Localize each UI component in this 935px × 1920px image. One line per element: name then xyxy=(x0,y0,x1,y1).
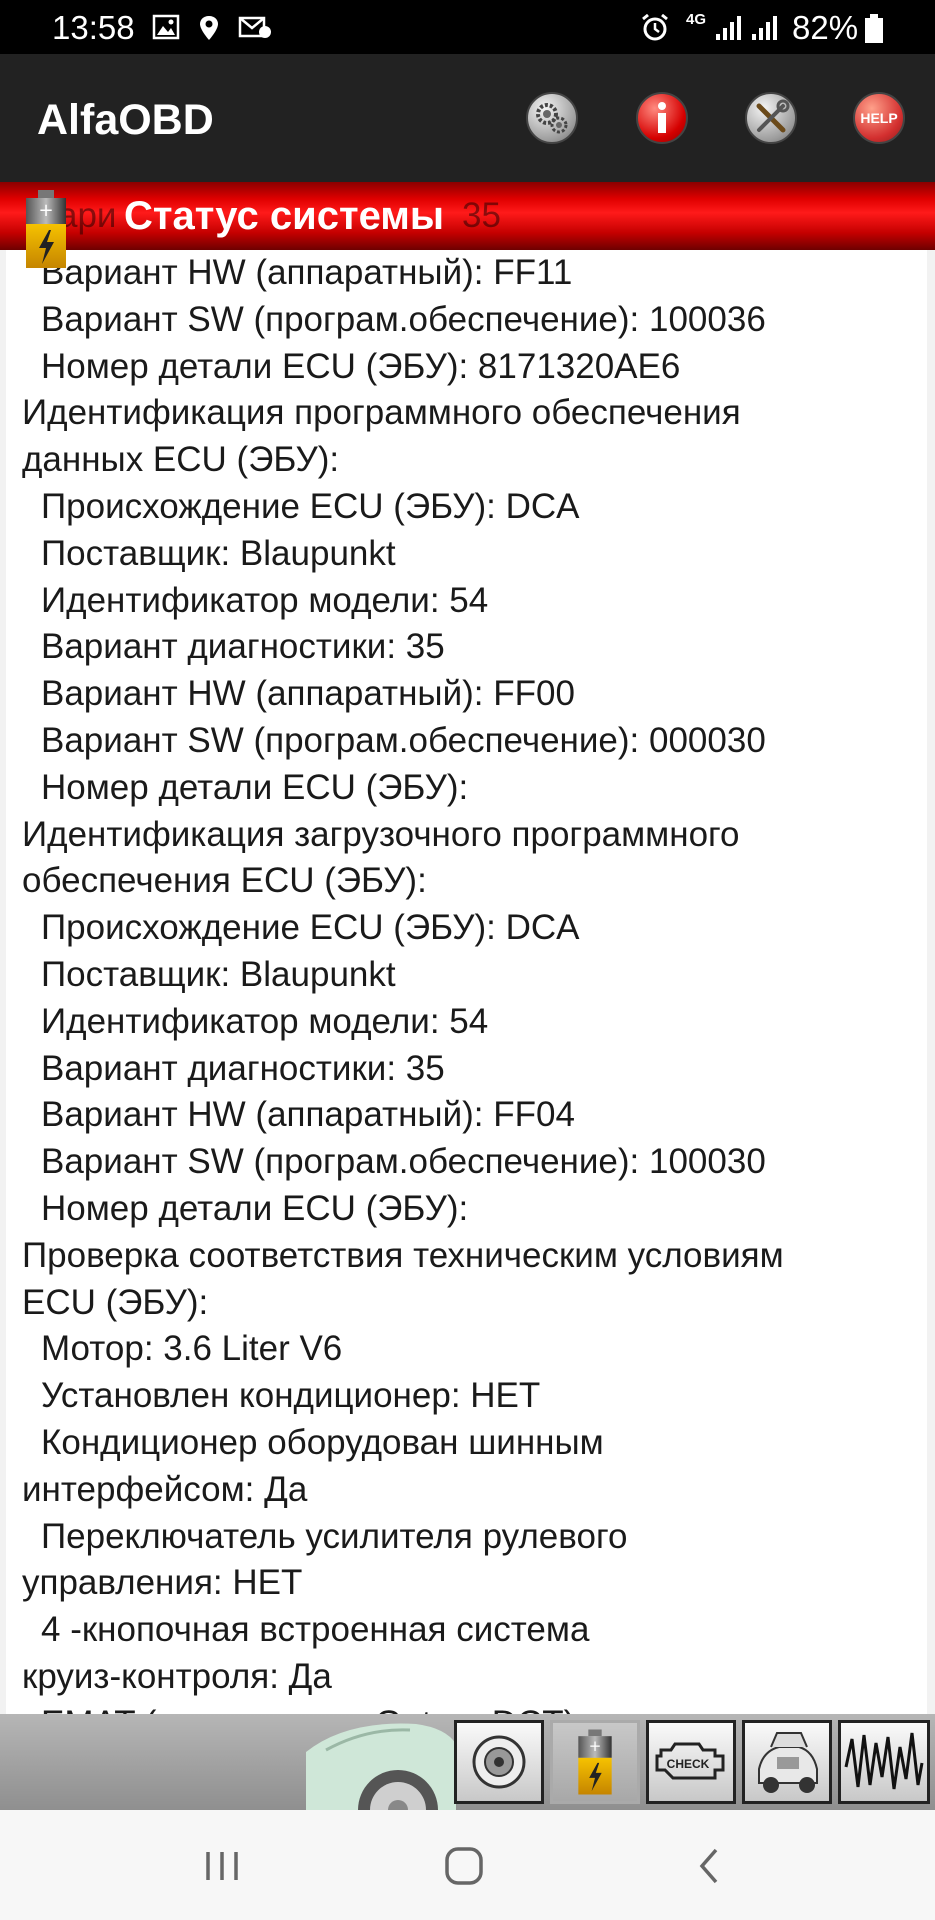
system-status-content[interactable]: Вариант HW (аппаратный): FF11 Вариант SW … xyxy=(6,250,927,1714)
info-icon xyxy=(658,102,666,133)
message-notification-icon xyxy=(238,16,271,38)
status-line: интерфейсом: Да xyxy=(22,1469,308,1509)
signal-icon xyxy=(716,16,741,40)
home-icon[interactable] xyxy=(444,1846,484,1886)
status-line: Вариант SW (програм.обеспечение): 000030 xyxy=(41,720,766,760)
car-info-button[interactable] xyxy=(742,1720,832,1804)
status-line: Переключатель усилителя рулевого xyxy=(41,1516,628,1556)
battery-status-icon xyxy=(865,14,883,43)
status-line: Вариант диагностики: 35 xyxy=(41,627,445,667)
status-lines: Вариант HW (аппаратный): FF11 Вариант SW … xyxy=(22,250,784,1714)
status-line: Поставщик: Blaupunkt xyxy=(41,533,396,573)
status-line: Номер детали ECU (ЭБУ): 8171320AE6 xyxy=(41,346,681,386)
back-icon[interactable] xyxy=(690,1846,730,1886)
tools-button[interactable] xyxy=(745,92,797,144)
status-line: Кондиционер оборудован шинным xyxy=(41,1422,604,1462)
status-bar: 13:58 4G 82% xyxy=(0,0,935,54)
signal-icon-2 xyxy=(752,16,777,40)
status-line: управления: НЕТ xyxy=(22,1563,303,1603)
status-line: Происхождение ECU (ЭБУ): DCA xyxy=(41,908,580,948)
car-illustration-icon xyxy=(306,1723,456,1810)
status-line: Вариант SW (програм.обеспечение): 100036 xyxy=(41,299,766,339)
speaker-icon xyxy=(472,1735,526,1789)
section-header: ари 35 + Статус системы xyxy=(0,182,935,268)
svg-text:+: + xyxy=(589,1737,602,1755)
status-line: Номер детали ECU (ЭБУ): xyxy=(41,1188,469,1228)
overlapped-line-end: 35 xyxy=(462,196,501,235)
tools-icon xyxy=(756,99,790,133)
status-line: EMAT (трансмиссия Getrag DCT) установлен… xyxy=(22,1701,784,1714)
status-line: Вариант диагностики: 35 xyxy=(41,1048,445,1088)
graph-button[interactable] xyxy=(838,1720,930,1804)
clock: 13:58 xyxy=(52,9,135,46)
car-hood-icon xyxy=(758,1732,818,1793)
status-line: Вариант SW (програм.обеспечение): 100030 xyxy=(41,1142,766,1182)
status-line: 4 -кнопочная встроенная система xyxy=(41,1610,590,1650)
status-line: Идентификация загрузочного программного xyxy=(22,814,740,854)
status-line: данных ECU (ЭБУ): xyxy=(22,440,340,480)
status-line: Мотор: 3.6 Liter V6 xyxy=(41,1329,343,1369)
network-type: 4G xyxy=(686,11,707,28)
help-icon: HELP xyxy=(860,110,898,126)
check-label: CHECK xyxy=(667,1757,710,1771)
status-line: Идентификация программного обеспечения xyxy=(22,393,741,433)
gallery-notification-icon xyxy=(152,14,180,40)
svg-text:+: + xyxy=(38,200,53,221)
navigation-bar xyxy=(0,1810,935,1920)
settings-button[interactable] xyxy=(526,92,578,144)
battery-icon: + xyxy=(578,1729,612,1795)
status-line: обеспечения ECU (ЭБУ): xyxy=(22,861,427,901)
status-line: Вариант HW (аппаратный): FF04 xyxy=(41,1095,575,1135)
location-notification-icon xyxy=(200,16,218,40)
check-engine-button[interactable]: CHECK xyxy=(646,1720,736,1804)
gears-icon xyxy=(536,103,568,134)
waveform-icon xyxy=(844,1732,924,1790)
status-line: круиз-контроля: Да xyxy=(22,1656,332,1696)
status-line: Происхождение ECU (ЭБУ): DCA xyxy=(41,486,580,526)
status-line: Поставщик: Blaupunkt xyxy=(41,954,396,994)
status-line: Вариант HW (аппаратный): FF00 xyxy=(41,674,575,714)
status-line: Проверка соответствия техническим услови… xyxy=(22,1235,784,1275)
status-line: ECU (ЭБУ): xyxy=(22,1282,209,1322)
battery-percent: 82% xyxy=(792,9,859,46)
bottom-toolbar: + CHECK xyxy=(0,1714,935,1810)
status-line: Идентификатор модели: 54 xyxy=(41,580,489,620)
header-title: Статус системы xyxy=(124,194,445,238)
status-line: Установлен кондиционер: НЕТ xyxy=(41,1376,541,1416)
check-engine-icon: CHECK xyxy=(655,1742,725,1780)
alarm-icon xyxy=(642,14,668,41)
info-button[interactable] xyxy=(636,92,688,144)
speaker-button[interactable] xyxy=(454,1720,544,1804)
status-line: Номер детали ECU (ЭБУ): xyxy=(41,767,469,807)
recents-icon[interactable] xyxy=(202,1846,242,1886)
status-line: Вариант HW (аппаратный): FF11 xyxy=(41,253,573,292)
help-button[interactable]: HELP xyxy=(853,92,905,144)
app-bar: AlfaOBD HELP xyxy=(0,54,935,182)
battery-button[interactable]: + xyxy=(550,1720,640,1804)
battery-icon: + xyxy=(26,190,66,268)
app-title: AlfaOBD xyxy=(37,96,214,144)
status-line: Идентификатор модели: 54 xyxy=(41,1001,489,1041)
